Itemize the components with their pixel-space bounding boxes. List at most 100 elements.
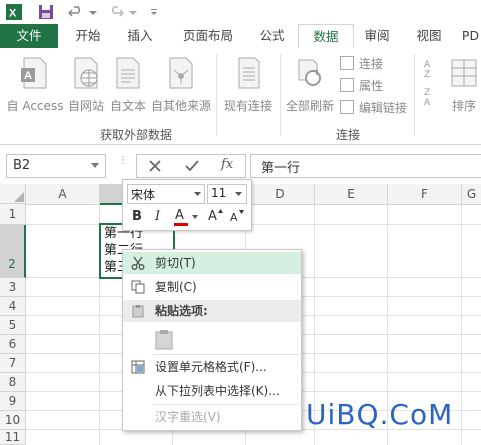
font-name-box[interactable]: 宋体 — [127, 184, 205, 204]
undo-icon[interactable] — [68, 4, 84, 20]
cancel-icon[interactable] — [149, 160, 161, 172]
menu-item-cut[interactable]: 剪切(T) — [123, 252, 301, 274]
from-text-button[interactable]: 自文本 — [106, 56, 150, 114]
row-header-6[interactable]: 6 — [0, 335, 26, 354]
column-header-d[interactable]: D — [246, 184, 315, 205]
menu-item-pick-from-list[interactable]: 从下拉列表中选择(K)... — [123, 380, 301, 402]
menu-label-paste-options: 粘贴选项: — [155, 304, 208, 318]
menu-item-hanzi-reselect[interactable]: 汉字重选(V) — [123, 406, 301, 428]
existing-connections-icon — [238, 57, 260, 89]
name-box-dropdown-icon[interactable] — [91, 163, 99, 169]
refresh-all-label: 全部刷新 — [285, 99, 334, 113]
italic-button[interactable]: I — [155, 209, 160, 224]
from-other-sources-label: 自其他来源 — [150, 99, 211, 113]
select-all-corner[interactable] — [0, 184, 26, 204]
sort-asc-z: Z — [424, 70, 431, 80]
customize-toolbar-icon[interactable] — [146, 4, 162, 20]
font-size-dropdown-icon[interactable] — [235, 192, 242, 197]
menu-item-format-cells[interactable]: 设置单元格格式(F)... — [123, 356, 301, 378]
column-header-a[interactable]: A — [26, 184, 100, 205]
row-header-10[interactable]: 10 — [0, 411, 26, 430]
save-icon[interactable] — [38, 4, 54, 20]
formula-input-value: 第一行 — [261, 161, 301, 176]
access-database-icon: A — [21, 57, 47, 89]
gridline — [26, 224, 481, 225]
ribbon-separator — [414, 54, 415, 136]
tab-file[interactable]: 文件 — [0, 24, 58, 48]
web-globe-icon — [74, 57, 98, 89]
menu-label-hanzi-reselect: 汉字重选(V) — [155, 410, 221, 424]
increase-font-size-button[interactable]: A — [207, 208, 223, 226]
refresh-icon — [298, 59, 321, 86]
insert-function-icon[interactable]: fx — [221, 157, 233, 172]
connections-button[interactable]: 连接 — [340, 54, 383, 74]
connections-icon — [340, 56, 354, 70]
formula-input[interactable]: 第一行 — [250, 154, 481, 178]
shrink-glyph: A — [230, 211, 238, 224]
menu-separator — [153, 354, 299, 355]
from-web-label: 自网站 — [67, 99, 104, 113]
formula-buttons: fx — [136, 154, 246, 178]
from-access-button[interactable]: A 自 Access — [4, 56, 66, 114]
row-header-1[interactable]: 1 — [0, 204, 26, 225]
column-header-f[interactable]: F — [388, 184, 462, 205]
row-header-3[interactable]: 3 — [0, 278, 26, 297]
column-header-e[interactable]: E — [315, 184, 388, 205]
menu-item-copy[interactable]: 复制(C) — [123, 276, 301, 298]
other-sources-icon — [169, 57, 193, 89]
formula-bar: B2 ⋮ fx 第一行 — [0, 150, 481, 180]
row-header-5[interactable]: 5 — [0, 316, 26, 335]
from-text-label: 自文本 — [109, 99, 146, 113]
shrink-triangle-icon — [239, 210, 244, 214]
edit-links-label: 编辑链接 — [359, 101, 408, 115]
font-color-dropdown-icon[interactable] — [192, 215, 198, 219]
from-other-sources-button[interactable]: 自其他来源 — [148, 56, 214, 114]
undo-dropdown-icon[interactable] — [85, 4, 101, 20]
tab-home[interactable]: 开始 — [64, 24, 112, 48]
font-name-dropdown-icon[interactable] — [194, 192, 201, 197]
properties-button[interactable]: 属性 — [340, 76, 383, 96]
row-header-2[interactable]: 2 — [0, 225, 26, 278]
tab-view[interactable]: 视图 — [406, 24, 452, 48]
font-size-box[interactable]: 11 — [207, 184, 247, 204]
row-header-9[interactable]: 9 — [0, 392, 26, 411]
bold-button[interactable]: B — [132, 209, 142, 224]
scissors-icon — [131, 256, 145, 270]
from-web-button[interactable]: 自网站 — [64, 56, 108, 114]
row-header-7[interactable]: 7 — [0, 354, 26, 373]
tab-page-layout[interactable]: 页面布局 — [172, 24, 244, 48]
connections-group-label: 连接 — [336, 128, 361, 142]
copy-icon — [131, 280, 145, 294]
mini-toolbar: 宋体 11 B I A A A — [122, 179, 252, 231]
edit-links-button[interactable]: 编辑链接 — [340, 98, 407, 118]
format-cells-icon — [131, 360, 145, 374]
redo-dropdown-icon[interactable] — [125, 4, 141, 20]
decrease-font-size-button[interactable]: A — [229, 210, 245, 226]
tab-formulas[interactable]: 公式 — [250, 24, 294, 48]
row-header-11[interactable]: 11 — [0, 430, 26, 445]
sort-descending-button[interactable]: Z A — [424, 88, 442, 118]
name-box-value: B2 — [13, 158, 31, 173]
tab-review[interactable]: 审阅 — [356, 24, 398, 48]
tab-data[interactable]: 数据 — [298, 24, 354, 50]
refresh-all-button[interactable]: 全部刷新 — [284, 56, 336, 114]
grow-glyph: A — [208, 209, 217, 224]
font-color-button[interactable]: A — [173, 207, 189, 227]
menu-label-cut: 剪切(T) — [155, 256, 196, 270]
sort-button[interactable]: 排序 — [446, 56, 481, 114]
enter-check-icon[interactable] — [185, 160, 199, 172]
ribbon-separator — [280, 54, 281, 136]
tab-insert[interactable]: 插入 — [116, 24, 164, 48]
row-header-4[interactable]: 4 — [0, 297, 26, 316]
column-header-g[interactable]: G — [462, 184, 481, 205]
existing-connections-label: 现有连接 — [223, 99, 272, 113]
existing-connections-button[interactable]: 现有连接 — [220, 56, 276, 114]
name-box[interactable]: B2 — [6, 154, 106, 178]
gridline — [461, 204, 462, 445]
paste-option-button[interactable] — [153, 328, 175, 350]
sort-icon — [451, 59, 477, 87]
tab-pdf[interactable]: PD — [460, 24, 481, 48]
row-header-8[interactable]: 8 — [0, 373, 26, 392]
menu-header-paste-options: 粘贴选项: — [123, 300, 301, 322]
redo-icon[interactable] — [108, 4, 124, 20]
